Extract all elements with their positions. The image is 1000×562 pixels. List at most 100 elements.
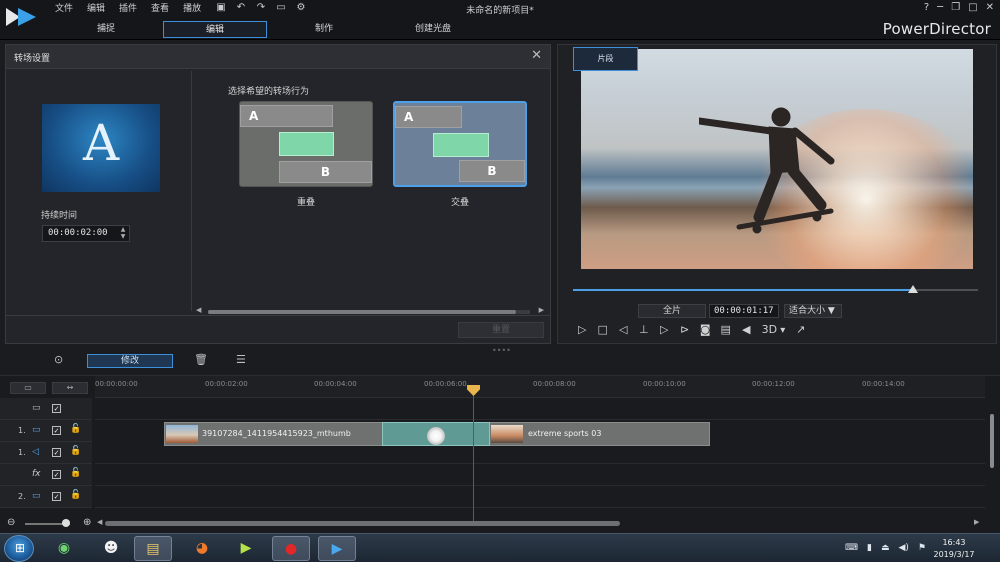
- taskbar-app-qq[interactable]: ☻: [92, 536, 130, 561]
- taskbar-app-browser-green[interactable]: ◉: [45, 536, 83, 561]
- spin-down-icon[interactable]: ▼: [118, 233, 128, 240]
- track-header-audio-1: 1. ◁ ✓ 🔓: [0, 442, 92, 464]
- tab-edit[interactable]: 编辑: [163, 21, 267, 38]
- close-icon[interactable]: ✕: [531, 48, 542, 63]
- zoom-in-icon[interactable]: ⊕: [83, 517, 91, 528]
- skateboarder-silhouette: [699, 107, 835, 234]
- tab-capture[interactable]: 捕捉: [54, 21, 158, 38]
- lock-icon[interactable]: 🔓: [70, 468, 81, 478]
- track-view-icon[interactable]: ▭: [32, 403, 41, 413]
- scroll-left-icon[interactable]: ◀: [97, 518, 102, 526]
- save-icon[interactable]: ▣: [214, 2, 228, 14]
- trash-icon[interactable]: 🗑: [194, 353, 208, 366]
- flag-icon[interactable]: ⚑: [918, 543, 926, 553]
- lock-icon[interactable]: 🔓: [70, 446, 81, 456]
- menu-file[interactable]: 文件: [48, 2, 80, 16]
- taskbar-clock[interactable]: 16:43 2019/3/17: [926, 537, 982, 561]
- behavior-option-crossfade[interactable]: A B: [393, 101, 527, 187]
- menu-edit[interactable]: 编辑: [80, 2, 112, 16]
- duration-input[interactable]: 00:00:02:00: [42, 225, 130, 242]
- maximize-icon[interactable]: □: [968, 2, 977, 13]
- stop-icon[interactable]: □: [593, 322, 614, 338]
- modify-button[interactable]: 修改: [87, 354, 173, 368]
- undo-icon[interactable]: ↶: [234, 2, 248, 14]
- taskbar-app-powerdirector[interactable]: ▶: [318, 536, 356, 561]
- zoom-out-icon[interactable]: ⊖: [7, 517, 15, 528]
- scroll-thumb[interactable]: [990, 414, 994, 468]
- menu-plugins[interactable]: 插件: [112, 2, 144, 16]
- taskbar-app-firefox[interactable]: ◕: [183, 536, 221, 561]
- play-icon[interactable]: ▷: [572, 322, 593, 338]
- aspect-ratio-icon[interactable]: ▭: [274, 2, 288, 14]
- prev-frame-icon[interactable]: ◁: [613, 322, 634, 338]
- menu-view[interactable]: 查看: [144, 2, 176, 16]
- preview-panel: 片段 全片 00:00:01:17 适合大小 ▼ ▷ □ ◁ ⊥ ▷ ⊳ ◙ ▤…: [557, 44, 997, 344]
- transition-block: [279, 132, 334, 156]
- fast-forward-icon[interactable]: ⊳: [675, 322, 696, 338]
- zoom-slider-handle[interactable]: [62, 519, 70, 527]
- lock-icon[interactable]: 🔓: [70, 424, 81, 434]
- scroll-thumb[interactable]: [208, 310, 516, 314]
- usb-icon[interactable]: ⏏: [881, 543, 890, 553]
- start-button[interactable]: ⊞: [4, 535, 34, 562]
- close-icon[interactable]: ✕: [986, 2, 994, 13]
- expand-panel-icon[interactable]: ⊙: [54, 353, 63, 366]
- track-header-master: ▭ ✓: [0, 398, 92, 420]
- scroll-right-icon[interactable]: ▶: [539, 306, 544, 314]
- windows-taskbar: ⊞ ◉ ☻ ▤ ◕ ▶ ● ▶ ⌨ ▮ ⏏ ◀) ⚑ 16:43 2019/3/…: [0, 533, 1000, 562]
- network-icon[interactable]: ▮: [867, 543, 872, 553]
- settings-gear-icon[interactable]: ⚙: [294, 2, 308, 14]
- keyboard-icon[interactable]: ⌨: [845, 543, 858, 553]
- help-icon[interactable]: ?: [924, 2, 929, 13]
- track-enable-checkbox[interactable]: ✓: [52, 448, 61, 457]
- minimize-icon[interactable]: ─: [937, 2, 943, 13]
- track-lane-video-1[interactable]: 39107284_1411954415923_mthumb extreme sp…: [95, 420, 985, 464]
- lock-icon[interactable]: 🔓: [70, 490, 81, 500]
- track-enable-checkbox[interactable]: ✓: [52, 470, 61, 479]
- track-lane-video-2[interactable]: [95, 486, 985, 508]
- restore-icon[interactable]: ❐: [951, 2, 960, 13]
- timeline-vertical-scrollbar[interactable]: [988, 402, 996, 522]
- fit-size-dropdown[interactable]: 适合大小 ▼: [784, 304, 842, 318]
- track-lane-effects[interactable]: [95, 464, 985, 486]
- 3d-toggle[interactable]: 3D ▾: [757, 322, 791, 338]
- mark-in-icon[interactable]: ⊥: [634, 322, 655, 338]
- tab-produce[interactable]: 制作: [272, 21, 376, 38]
- track-lane-master[interactable]: [95, 398, 985, 420]
- taskbar-app-recorder[interactable]: ●: [272, 536, 310, 561]
- redo-icon[interactable]: ↷: [254, 2, 268, 14]
- menu-playback[interactable]: 播放: [176, 2, 208, 16]
- audio-track-icon: ◁: [32, 447, 39, 457]
- timecode-display[interactable]: 00:00:01:17: [709, 304, 779, 318]
- speaker-icon[interactable]: ◀): [898, 543, 908, 553]
- playhead-line[interactable]: [473, 386, 474, 524]
- behavior-option-overlap[interactable]: A B: [239, 101, 373, 187]
- time-ruler[interactable]: 00:00:00:00 00:00:02:00 00:00:04:00 00:0…: [95, 376, 985, 398]
- track-enable-checkbox[interactable]: ✓: [52, 426, 61, 435]
- volume-icon[interactable]: ◀: [736, 322, 757, 338]
- duration-spinner[interactable]: ▲ ▼: [118, 226, 128, 241]
- movie-mode-button[interactable]: 全片: [638, 304, 706, 318]
- subtitle-icon[interactable]: ▤: [716, 322, 737, 338]
- track-manager-icon[interactable]: ▭: [10, 382, 46, 394]
- reset-button[interactable]: 重置: [458, 322, 544, 338]
- scrubber-handle[interactable]: [908, 285, 919, 293]
- spin-up-icon[interactable]: ▲: [118, 226, 128, 233]
- clip-properties-icon[interactable]: ☰: [236, 353, 246, 366]
- taskbar-app-explorer[interactable]: ▤: [134, 536, 172, 561]
- scroll-right-icon[interactable]: ▶: [974, 518, 979, 526]
- next-frame-icon[interactable]: ▷: [654, 322, 675, 338]
- scroll-left-icon[interactable]: ◀: [196, 306, 201, 314]
- preview-letter: A: [82, 114, 120, 172]
- playback-scrubber[interactable]: [573, 285, 978, 293]
- powerdirector-logo: [6, 8, 36, 26]
- tab-create-disc[interactable]: 创建光盘: [381, 21, 485, 38]
- snapshot-icon[interactable]: ◙: [695, 322, 716, 338]
- timeline-horizontal-scrollbar[interactable]: [105, 521, 620, 526]
- track-enable-checkbox[interactable]: ✓: [52, 492, 61, 501]
- track-enable-checkbox[interactable]: ✓: [52, 404, 61, 413]
- undock-icon[interactable]: ↗: [791, 322, 812, 338]
- fit-timeline-icon[interactable]: ↔: [52, 382, 88, 394]
- taskbar-app-editor[interactable]: ▶: [227, 536, 265, 561]
- clip-mode-button[interactable]: 片段: [573, 47, 638, 71]
